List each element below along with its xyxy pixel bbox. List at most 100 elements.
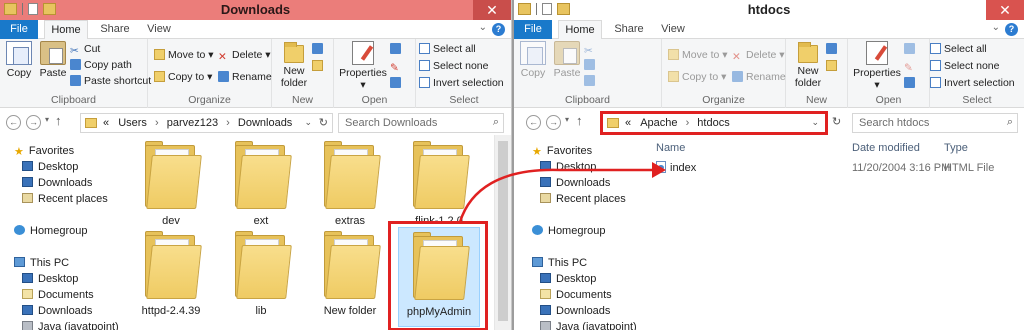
tab-share[interactable]: Share: [92, 20, 138, 39]
folder-tile[interactable]: flink-1.2.0: [400, 141, 478, 227]
vertical-scrollbar[interactable]: [494, 135, 511, 330]
nav-downloads[interactable]: Downloads: [540, 175, 610, 191]
paste-button[interactable]: Paste: [38, 41, 68, 79]
tab-file[interactable]: File: [0, 20, 38, 39]
folder-tile[interactable]: httpd-2.4.39: [132, 231, 210, 317]
nav-drive[interactable]: Java (javatpoint): [540, 319, 637, 330]
nav-downloads[interactable]: Downloads: [22, 175, 92, 191]
column-header-name[interactable]: Name: [656, 139, 685, 157]
cut-button[interactable]: ✂: [584, 42, 598, 57]
copy-to-button[interactable]: Copy to ▾: [154, 70, 212, 85]
nav-homegroup[interactable]: Homegroup: [532, 223, 605, 239]
chevron-down-icon[interactable]: ⌄: [479, 22, 487, 33]
nav-desktop[interactable]: Desktop: [22, 159, 78, 175]
nav-recent-places[interactable]: Recent places: [540, 191, 626, 207]
folder-tile[interactable]: dev: [132, 141, 210, 227]
folder-tile[interactable]: New folder: [311, 231, 389, 317]
delete-button[interactable]: ✕ Delete ▾: [732, 48, 785, 63]
new-item-button[interactable]: [312, 42, 326, 57]
copy-button[interactable]: Copy: [518, 41, 548, 79]
new-folder-button[interactable]: New folder: [278, 42, 310, 89]
address-overflow-chevron[interactable]: «: [103, 117, 109, 129]
up-arrow-icon[interactable]: ↑: [576, 113, 583, 128]
edit-button[interactable]: ✎: [390, 59, 404, 74]
cut-button[interactable]: ✂ Cut: [70, 42, 100, 57]
nav-documents[interactable]: Documents: [540, 287, 612, 303]
tab-file[interactable]: File: [514, 20, 552, 39]
nav-pc-desktop[interactable]: Desktop: [22, 271, 78, 287]
paste-shortcut-button[interactable]: Paste shortcut: [70, 74, 151, 89]
folder-tile[interactable]: ext: [222, 141, 300, 227]
column-header-date[interactable]: Date modified: [852, 139, 920, 157]
help-icon[interactable]: ?: [492, 23, 505, 36]
easy-access-button[interactable]: [312, 59, 326, 74]
move-to-button[interactable]: Move to ▾: [154, 48, 214, 63]
address-bar[interactable]: « Users › parvez123 › Downloads ⌄ ↻: [80, 113, 333, 133]
close-button[interactable]: ✕: [473, 0, 511, 20]
rename-button[interactable]: Rename: [732, 70, 786, 85]
edit-button[interactable]: ✎: [904, 59, 918, 74]
breadcrumb-separator[interactable]: ›: [226, 117, 230, 129]
forward-button[interactable]: →: [546, 115, 561, 130]
nav-pc-downloads[interactable]: Downloads: [540, 303, 610, 319]
nav-documents[interactable]: Documents: [22, 287, 94, 303]
help-icon[interactable]: ?: [1005, 23, 1018, 36]
history-button[interactable]: [390, 76, 404, 91]
history-button[interactable]: [904, 76, 918, 91]
refresh-icon[interactable]: ↻: [832, 115, 841, 128]
open-button[interactable]: [390, 42, 404, 57]
nav-drive[interactable]: Java (javatpoint): [22, 319, 119, 330]
select-all-button[interactable]: Select all: [419, 42, 476, 57]
up-arrow-icon[interactable]: ↑: [55, 113, 62, 128]
breadcrumb-separator[interactable]: ›: [155, 117, 159, 129]
back-button[interactable]: ←: [526, 115, 541, 130]
nav-pc-downloads[interactable]: Downloads: [22, 303, 92, 319]
refresh-icon[interactable]: ↻: [319, 116, 328, 129]
open-button[interactable]: [904, 42, 918, 57]
nav-favorites[interactable]: ★ Favorites: [532, 143, 592, 159]
folder-tile[interactable]: extras: [311, 141, 389, 227]
recent-locations-dropdown[interactable]: ▾: [565, 115, 569, 124]
breadcrumb-parvez123[interactable]: parvez123: [167, 117, 218, 129]
breadcrumb-users[interactable]: Users: [118, 117, 147, 129]
back-button[interactable]: ←: [6, 115, 21, 130]
properties-button[interactable]: Properties ▾: [338, 41, 388, 91]
chevron-down-icon[interactable]: ⌄: [992, 22, 1000, 33]
scroll-thumb[interactable]: [498, 141, 508, 321]
nav-pc-desktop[interactable]: Desktop: [540, 271, 596, 287]
column-header-type[interactable]: Type: [944, 139, 968, 157]
search-input[interactable]: Search Downloads ⌕: [338, 113, 504, 133]
title-bar[interactable]: htdocs ✕: [514, 0, 1024, 20]
close-button[interactable]: ✕: [986, 0, 1024, 20]
folder-tile[interactable]: lib: [222, 231, 300, 317]
copy-path-button[interactable]: Copy path: [70, 58, 132, 73]
move-to-button[interactable]: Move to ▾: [668, 48, 728, 63]
copy-to-button[interactable]: Copy to ▾: [668, 70, 726, 85]
new-folder-button[interactable]: New folder: [792, 42, 824, 89]
nav-homegroup[interactable]: Homegroup: [14, 223, 87, 239]
nav-favorites[interactable]: ★ Favorites: [14, 143, 74, 159]
select-none-button[interactable]: Select none: [419, 59, 488, 74]
invert-selection-button[interactable]: Invert selection: [930, 76, 1015, 91]
delete-button[interactable]: ✕ Delete ▾: [218, 48, 271, 63]
paste-button[interactable]: Paste: [552, 41, 582, 79]
nav-this-pc[interactable]: This PC: [14, 255, 69, 271]
select-all-button[interactable]: Select all: [930, 42, 987, 57]
tab-view[interactable]: View: [654, 20, 692, 39]
search-input[interactable]: Search htdocs ⌕: [852, 113, 1018, 133]
select-none-button[interactable]: Select none: [930, 59, 999, 74]
tab-home[interactable]: Home: [44, 20, 88, 40]
title-bar[interactable]: Downloads ✕: [0, 0, 511, 20]
nav-this-pc[interactable]: This PC: [532, 255, 587, 271]
easy-access-button[interactable]: [826, 59, 840, 74]
rename-button[interactable]: Rename: [218, 70, 272, 85]
tab-share[interactable]: Share: [606, 20, 652, 39]
nav-recent-places[interactable]: Recent places: [22, 191, 108, 207]
forward-button[interactable]: →: [26, 115, 41, 130]
tab-view[interactable]: View: [140, 20, 178, 39]
new-item-button[interactable]: [826, 42, 840, 57]
copy-path-button[interactable]: [584, 58, 598, 73]
invert-selection-button[interactable]: Invert selection: [419, 76, 504, 91]
breadcrumb-downloads[interactable]: Downloads: [238, 117, 292, 129]
tab-home[interactable]: Home: [558, 20, 602, 40]
